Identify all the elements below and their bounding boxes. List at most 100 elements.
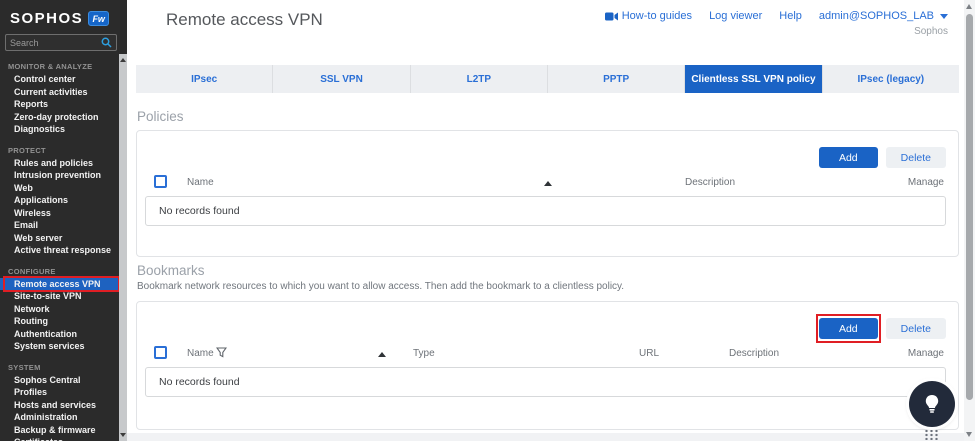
sidebar-item-remote-access-vpn[interactable]: Remote access VPN: [0, 278, 119, 291]
log-viewer-label: Log viewer: [709, 10, 762, 22]
tab-pptp[interactable]: PPTP: [548, 65, 685, 93]
sort-ascending-icon[interactable]: [544, 181, 552, 186]
sidebar-item-routing[interactable]: Routing: [0, 315, 119, 328]
sidebar-item-rules-and-policies[interactable]: Rules and policies: [0, 157, 119, 170]
howto-guides-link[interactable]: How-to guides: [605, 10, 692, 22]
sidebar-item-administration[interactable]: Administration: [0, 411, 119, 424]
help-label: Help: [779, 10, 802, 22]
vpn-tabs: IPsec SSL VPN L2TP PPTP Clientless SSL V…: [136, 65, 959, 93]
policies-empty-row: No records found: [145, 196, 946, 226]
sidebar-item-hosts-and-services[interactable]: Hosts and services: [0, 399, 119, 412]
bookmarks-column-url: URL: [639, 348, 659, 359]
policies-empty-text: No records found: [159, 205, 240, 217]
sidebar-item-diagnostics[interactable]: Diagnostics: [0, 123, 119, 136]
sidebar-search: [5, 34, 117, 51]
sidebar-item-wireless[interactable]: Wireless: [0, 207, 119, 220]
policies-delete-button[interactable]: Delete: [886, 147, 946, 168]
policies-actions: Add Delete: [819, 147, 946, 168]
sidebar-item-web-server[interactable]: Web server: [0, 232, 119, 245]
page-bottom-strip: [127, 433, 964, 441]
sidebar-item-web[interactable]: Web: [0, 182, 119, 195]
bookmarks-column-name[interactable]: Name: [187, 348, 214, 359]
sidebar-item-sophos-central[interactable]: Sophos Central: [0, 374, 119, 387]
bookmarks-column-description: Description: [729, 348, 779, 359]
sidebar-item-label: Remote access VPN: [14, 279, 101, 289]
log-viewer-link[interactable]: Log viewer: [709, 10, 762, 22]
lightbulb-icon: [923, 394, 941, 414]
bookmarks-panel: Add Delete Name Type URL Description Man…: [136, 301, 959, 430]
sidebar-item-system-services[interactable]: System services: [0, 340, 119, 353]
policies-column-manage: Manage: [908, 177, 944, 188]
policies-add-button[interactable]: Add: [819, 147, 878, 168]
tab-clientless-ssl-vpn-policy[interactable]: Clientless SSL VPN policy: [685, 65, 822, 93]
tab-ipsec-legacy[interactable]: IPsec (legacy): [823, 65, 959, 93]
chevron-down-icon: [940, 14, 948, 19]
policies-table-header: Name Description Manage: [137, 175, 958, 193]
nav-section-system: SYSTEM: [0, 353, 119, 374]
sidebar-item-site-to-site-vpn[interactable]: Site-to-site VPN: [0, 290, 119, 303]
bookmarks-empty-text: No records found: [159, 376, 240, 388]
brand-label: Sophos: [914, 26, 948, 37]
page-title: Remote access VPN: [166, 10, 323, 30]
sidebar-scrollbar[interactable]: [119, 54, 127, 441]
scroll-down-icon[interactable]: [966, 432, 972, 437]
sidebar-item-intrusion-prevention[interactable]: Intrusion prevention: [0, 169, 119, 182]
sidebar: SOPHOS Fw MONITOR & ANALYZE Control cent…: [0, 0, 127, 441]
sidebar-item-network[interactable]: Network: [0, 303, 119, 316]
help-bubble-button[interactable]: [909, 381, 955, 427]
scrollbar-thumb[interactable]: [966, 14, 973, 400]
bookmarks-delete-button[interactable]: Delete: [886, 318, 946, 339]
howto-guides-label: How-to guides: [622, 10, 692, 22]
bookmarks-actions: Add Delete: [819, 318, 946, 339]
account-menu[interactable]: admin@SOPHOS_LAB: [819, 10, 948, 22]
bookmarks-table-header: Name Type URL Description Manage: [137, 346, 958, 364]
policies-select-all-checkbox[interactable]: [154, 175, 167, 188]
nav-section-configure: CONFIGURE: [0, 257, 119, 278]
sidebar-item-email[interactable]: Email: [0, 219, 119, 232]
sidebar-item-certificates[interactable]: Certificates: [0, 436, 119, 441]
search-input[interactable]: [10, 38, 101, 48]
firewall-badge: Fw: [88, 11, 109, 26]
sidebar-item-authentication[interactable]: Authentication: [0, 328, 119, 341]
filter-funnel-icon[interactable]: [216, 347, 227, 358]
bookmarks-subtitle: Bookmark network resources to which you …: [137, 281, 624, 292]
sidebar-item-current-activities[interactable]: Current activities: [0, 86, 119, 99]
scroll-up-icon[interactable]: [120, 58, 126, 62]
app-window: SOPHOS Fw MONITOR & ANALYZE Control cent…: [0, 0, 975, 441]
bookmarks-column-type: Type: [413, 348, 435, 359]
scroll-down-icon[interactable]: [120, 433, 126, 437]
sidebar-item-backup-firmware[interactable]: Backup & firmware: [0, 424, 119, 437]
nav-section-protect: PROTECT: [0, 136, 119, 157]
bookmarks-select-all-checkbox[interactable]: [154, 346, 167, 359]
nav-section-monitor-analyze: MONITOR & ANALYZE: [0, 52, 119, 73]
account-label: admin@SOPHOS_LAB: [819, 10, 934, 22]
bookmarks-column-manage: Manage: [908, 348, 944, 359]
sort-ascending-icon[interactable]: [378, 352, 386, 357]
sophos-logo: SOPHOS Fw: [10, 10, 109, 27]
video-camera-icon: [605, 12, 618, 21]
tab-ipsec[interactable]: IPsec: [136, 65, 273, 93]
sidebar-item-zero-day-protection[interactable]: Zero-day protection: [0, 111, 119, 124]
bookmarks-add-button[interactable]: Add: [819, 318, 878, 339]
logo-text: SOPHOS: [10, 10, 83, 27]
tab-ssl-vpn[interactable]: SSL VPN: [273, 65, 410, 93]
sidebar-item-active-threat-response[interactable]: Active threat response: [0, 244, 119, 257]
main-content: Remote access VPN How-to guides Log view…: [127, 0, 975, 441]
grip-dots-handle[interactable]: [924, 429, 940, 440]
search-icon[interactable]: [101, 37, 112, 48]
sidebar-item-applications[interactable]: Applications: [0, 194, 119, 207]
sidebar-item-control-center[interactable]: Control center: [0, 73, 119, 86]
policies-column-description: Description: [685, 177, 735, 188]
bookmarks-empty-row: No records found: [145, 367, 946, 397]
sidebar-item-profiles[interactable]: Profiles: [0, 386, 119, 399]
page-scrollbar[interactable]: [964, 0, 975, 441]
scroll-up-icon[interactable]: [966, 4, 972, 9]
policies-panel: Add Delete Name Description Manage No re…: [136, 130, 959, 257]
sidebar-nav: MONITOR & ANALYZE Control center Current…: [0, 52, 119, 441]
policies-heading: Policies: [137, 109, 184, 124]
tab-l2tp[interactable]: L2TP: [411, 65, 548, 93]
policies-column-name[interactable]: Name: [187, 177, 214, 188]
sidebar-item-reports[interactable]: Reports: [0, 98, 119, 111]
header-links: How-to guides Log viewer Help admin@SOPH…: [605, 10, 948, 22]
help-link[interactable]: Help: [779, 10, 802, 22]
